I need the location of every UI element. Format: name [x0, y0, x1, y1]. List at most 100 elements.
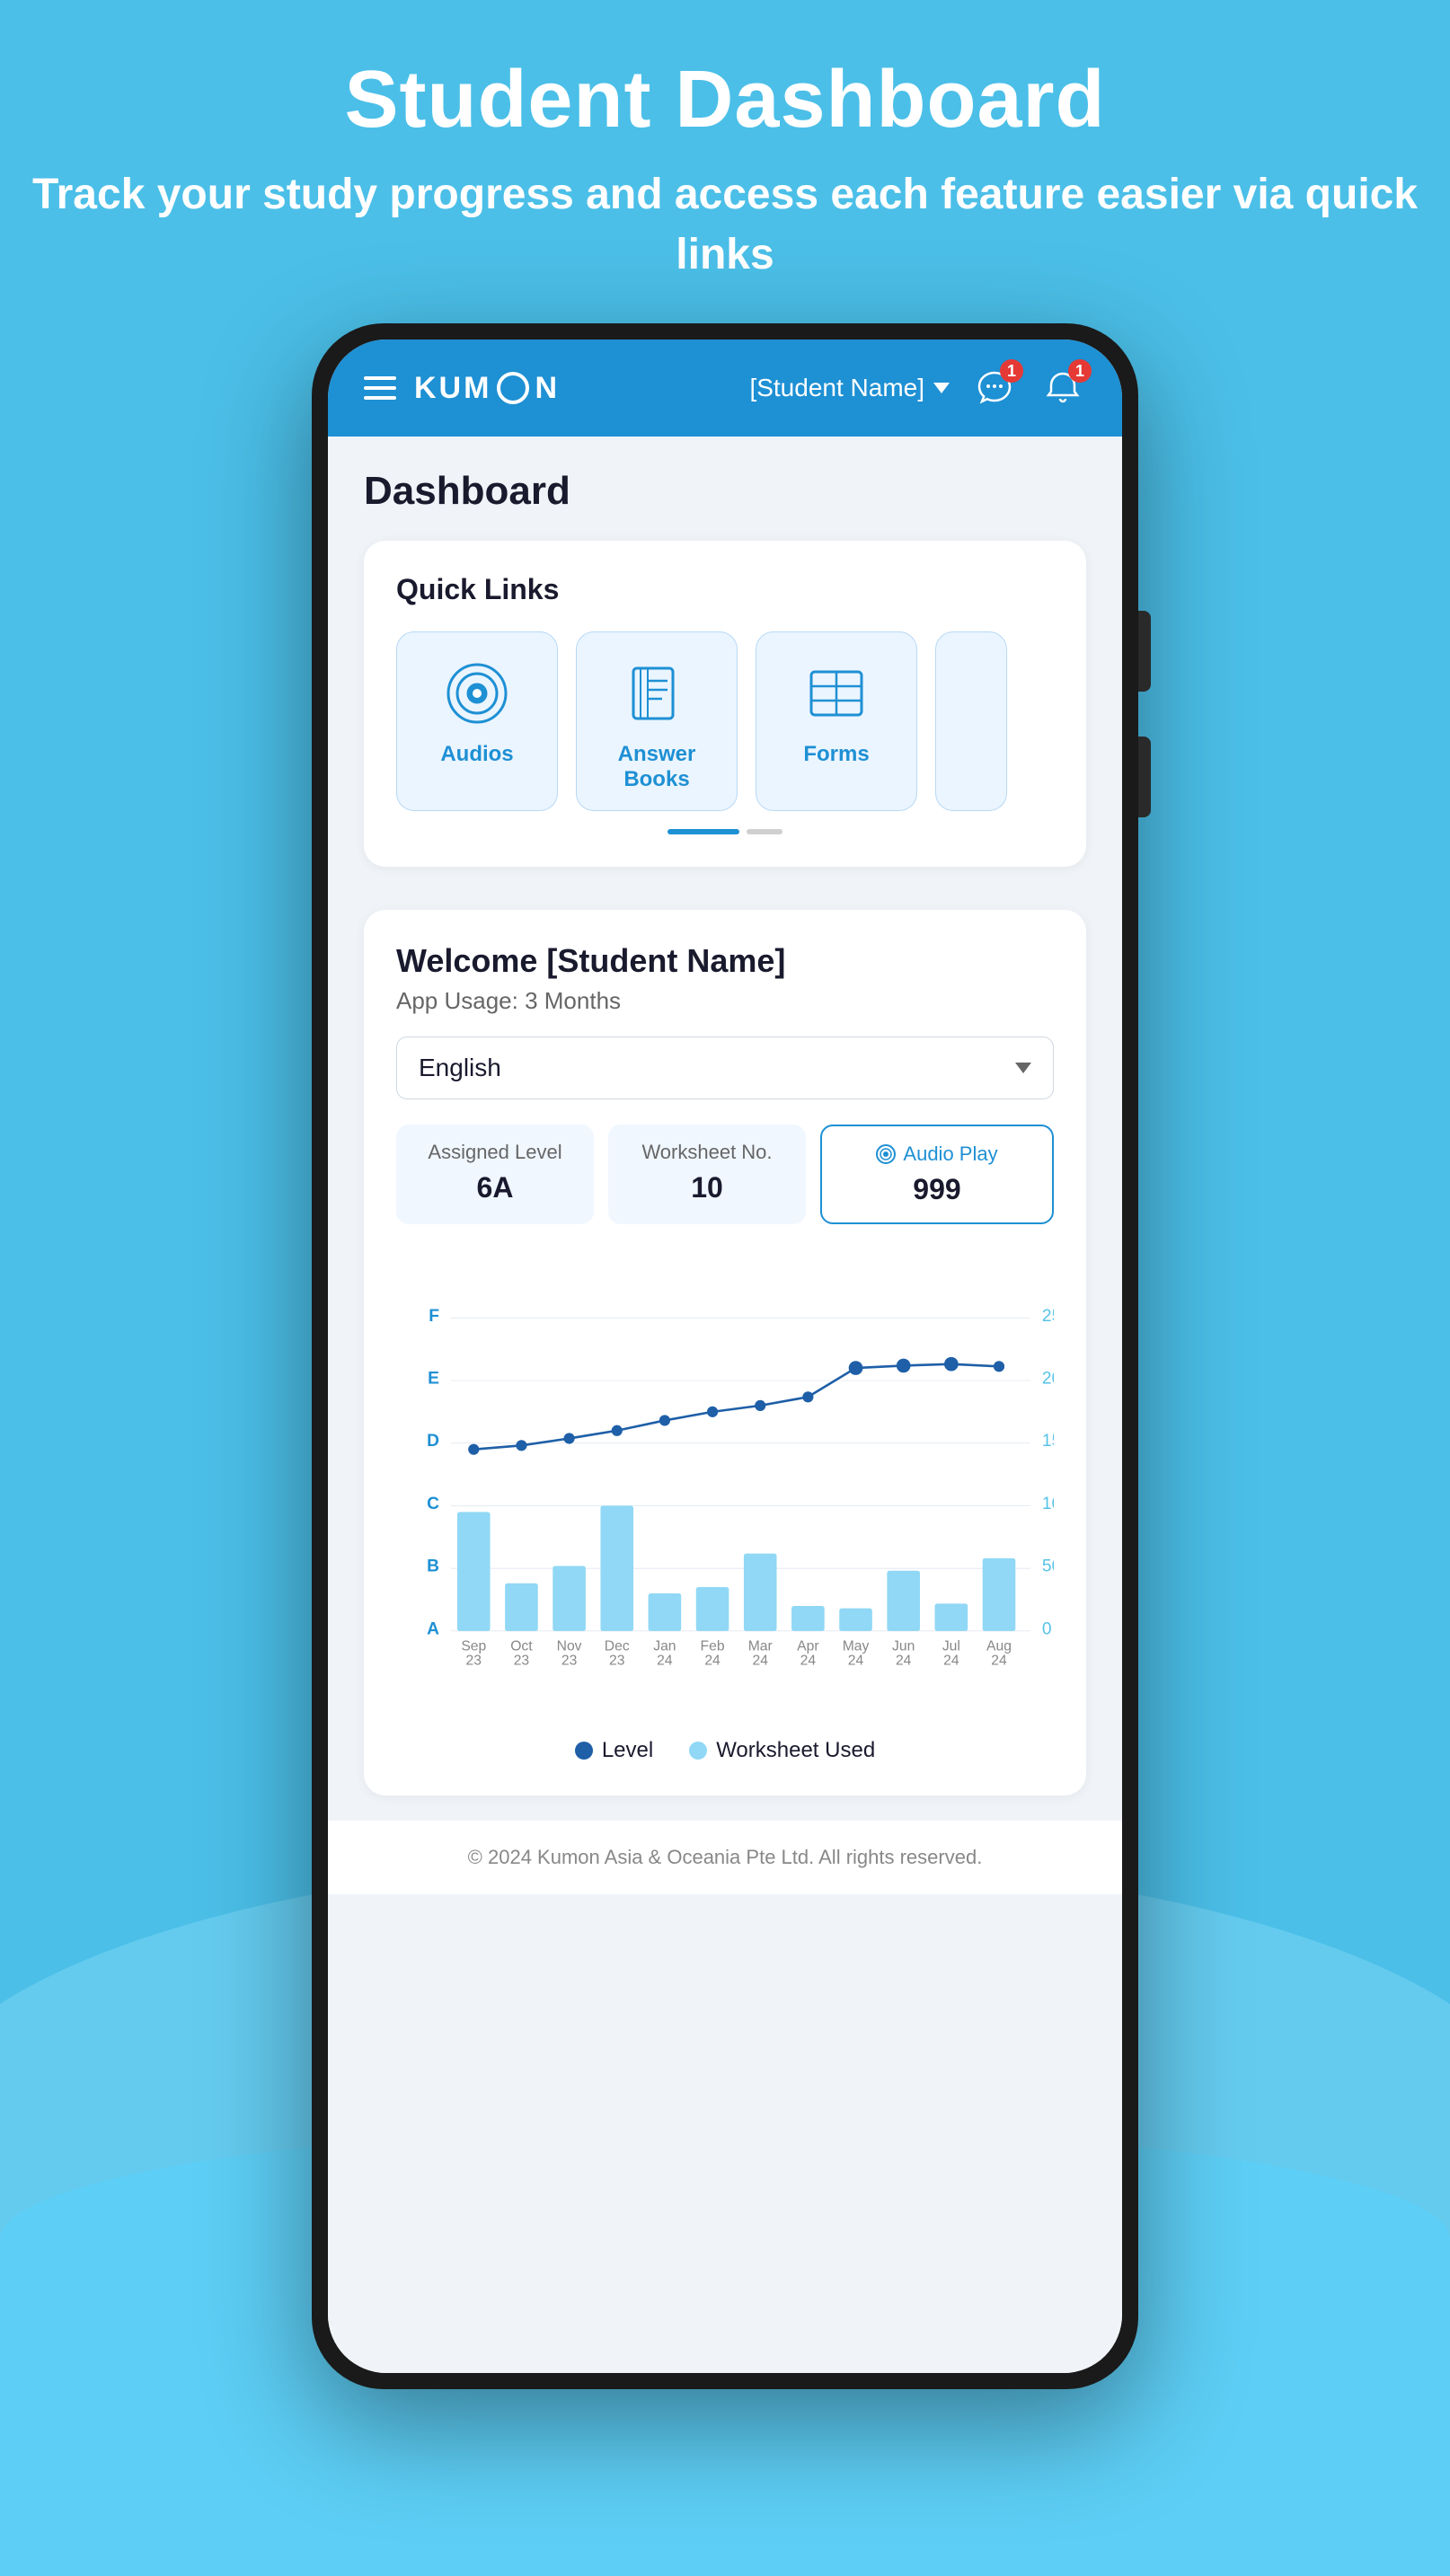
phone-screen: KUM N [Student Name] [328, 340, 1122, 2373]
legend-worksheet-dot [689, 1742, 707, 1760]
scroll-dot-active [668, 829, 739, 834]
navbar-right: [Student Name] 1 [749, 365, 1086, 411]
svg-text:23: 23 [609, 1653, 625, 1668]
assigned-level-box: Assigned Level 6A [396, 1125, 594, 1224]
svg-text:Sep: Sep [461, 1639, 486, 1654]
audios-label: Audios [440, 742, 513, 767]
legend-level: Level [575, 1738, 653, 1763]
hamburger-line-3 [364, 396, 396, 400]
app-usage-text: App Usage: 3 Months [396, 987, 1054, 1015]
stats-row: Assigned Level 6A Worksheet No. 10 [396, 1125, 1054, 1224]
svg-text:Dec: Dec [605, 1639, 630, 1654]
legend-level-dot [575, 1742, 593, 1760]
svg-text:24: 24 [752, 1653, 768, 1668]
chart-svg: A B C D E F 0 50 100 150 200 250 [396, 1257, 1054, 1724]
hamburger-line-1 [364, 376, 396, 380]
answer-books-label: Answer Books [591, 742, 722, 792]
hamburger-line-2 [364, 386, 396, 390]
volume-button-2 [1138, 737, 1151, 817]
svg-text:24: 24 [943, 1653, 959, 1668]
answer-books-icon [621, 657, 693, 729]
audio-play-text: Audio Play [903, 1142, 997, 1166]
kumon-logo-text: KUM [414, 371, 491, 406]
legend-level-label: Level [602, 1738, 653, 1763]
quick-links-card: Quick Links Audios [364, 541, 1086, 867]
kumon-logo: KUM N [414, 371, 560, 406]
svg-text:100: 100 [1042, 1495, 1054, 1513]
page-title: Student Dashboard [0, 54, 1450, 146]
quick-links-row: Audios [396, 631, 1054, 811]
dashboard-header: Dashboard Quick Links [328, 437, 1122, 910]
quick-link-audios[interactable]: Audios [396, 631, 558, 811]
svg-text:B: B [427, 1557, 439, 1576]
kumon-logo-circle [497, 372, 529, 404]
messages-button[interactable]: 1 [971, 365, 1018, 411]
assigned-level-value: 6A [414, 1171, 576, 1204]
svg-text:A: A [427, 1619, 439, 1638]
navbar-left: KUM N [364, 371, 560, 406]
svg-text:Oct: Oct [510, 1639, 533, 1654]
svg-text:23: 23 [466, 1653, 482, 1668]
worksheet-no-box: Worksheet No. 10 [608, 1125, 806, 1224]
svg-text:Jul: Jul [942, 1639, 960, 1654]
scroll-dot-1 [747, 829, 782, 834]
quick-link-forms[interactable]: Forms [756, 631, 917, 811]
footer-text: © 2024 Kumon Asia & Oceania Pte Ltd. All… [353, 1846, 1097, 1869]
app-navbar: KUM N [Student Name] [328, 340, 1122, 437]
line-chart [473, 1364, 999, 1450]
language-dropdown[interactable]: English [396, 1037, 1054, 1099]
audio-play-value: 999 [840, 1173, 1034, 1206]
audios-icon [441, 657, 513, 729]
svg-text:200: 200 [1042, 1369, 1054, 1388]
language-chevron-icon [1015, 1063, 1031, 1073]
volume-button-1 [1138, 611, 1151, 692]
svg-text:May: May [843, 1639, 870, 1654]
messages-badge: 1 [1000, 359, 1023, 383]
scroll-indicator [396, 829, 1054, 834]
notifications-button[interactable]: 1 [1039, 365, 1086, 411]
svg-text:Aug: Aug [986, 1639, 1012, 1654]
svg-text:Apr: Apr [797, 1639, 818, 1654]
svg-text:Feb: Feb [701, 1639, 725, 1654]
audio-play-label-row: Audio Play [840, 1142, 1034, 1166]
svg-text:F: F [429, 1307, 439, 1326]
svg-text:C: C [427, 1495, 439, 1513]
svg-text:24: 24 [991, 1653, 1007, 1668]
student-name-label: [Student Name] [749, 374, 924, 402]
forms-label: Forms [803, 742, 869, 767]
svg-text:E: E [428, 1369, 439, 1388]
app-footer: © 2024 Kumon Asia & Oceania Pte Ltd. All… [328, 1821, 1122, 1894]
svg-text:24: 24 [657, 1653, 673, 1668]
svg-text:24: 24 [800, 1653, 817, 1668]
student-name-button[interactable]: [Student Name] [749, 374, 950, 402]
svg-text:24: 24 [704, 1653, 721, 1668]
svg-text:250: 250 [1042, 1307, 1054, 1326]
assigned-level-label: Assigned Level [414, 1141, 576, 1164]
svg-text:50: 50 [1042, 1557, 1054, 1576]
svg-text:Jan: Jan [653, 1639, 676, 1654]
dashboard-title: Dashboard [364, 469, 1086, 514]
app-main-content: Dashboard Quick Links [328, 437, 1122, 2373]
quick-links-title: Quick Links [396, 573, 1054, 606]
phone-device: KUM N [Student Name] [312, 323, 1138, 2389]
hamburger-menu-button[interactable] [364, 376, 396, 400]
svg-text:23: 23 [561, 1653, 578, 1668]
svg-text:24: 24 [848, 1653, 864, 1668]
svg-text:23: 23 [514, 1653, 530, 1668]
quick-link-answer-books[interactable]: Answer Books [576, 631, 738, 811]
svg-text:D: D [427, 1432, 439, 1451]
svg-text:0: 0 [1042, 1619, 1052, 1638]
welcome-card: Welcome [Student Name] App Usage: 3 Mont… [364, 910, 1086, 1795]
quick-link-more-partial [935, 631, 1007, 811]
legend-worksheet: Worksheet Used [689, 1738, 875, 1763]
svg-text:24: 24 [896, 1653, 912, 1668]
worksheet-no-value: 10 [626, 1171, 788, 1204]
audio-play-button[interactable]: Audio Play 999 [820, 1125, 1054, 1224]
audio-play-icon [876, 1144, 896, 1164]
svg-text:Mar: Mar [748, 1639, 773, 1654]
chart-legend: Level Worksheet Used [396, 1738, 1054, 1763]
legend-worksheet-label: Worksheet Used [716, 1738, 875, 1763]
header-section: Student Dashboard Track your study progr… [0, 54, 1450, 285]
kumon-logo-text-2: N [535, 371, 560, 406]
welcome-title: Welcome [Student Name] [396, 942, 1054, 980]
